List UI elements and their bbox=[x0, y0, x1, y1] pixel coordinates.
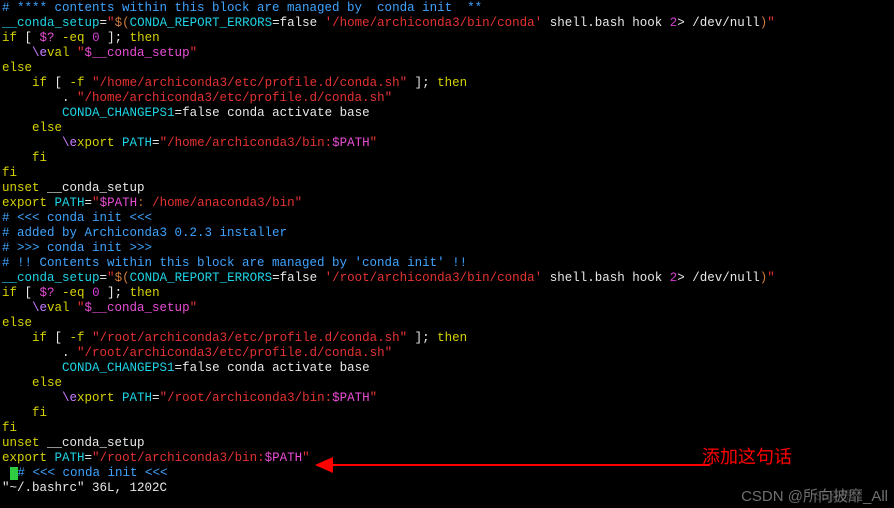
code-line: # <<< conda init <<< bbox=[2, 211, 894, 226]
code-line: \eval "$__conda_setup" bbox=[2, 301, 894, 316]
arrow-line-icon bbox=[330, 464, 710, 466]
code-line: \export PATH="/root/archiconda3/bin:$PAT… bbox=[2, 391, 894, 406]
code-line: . "/home/archiconda3/etc/profile.d/conda… bbox=[2, 91, 894, 106]
code-line: else bbox=[2, 376, 894, 391]
code-line: \export PATH="/home/archiconda3/bin:$PAT… bbox=[2, 136, 894, 151]
code-line: fi bbox=[2, 166, 894, 181]
code-line: # **** contents within this block are ma… bbox=[2, 1, 894, 16]
code-line: \eval "$__conda_setup" bbox=[2, 46, 894, 61]
cursor-icon bbox=[10, 467, 18, 480]
code-line: unset __conda_setup bbox=[2, 181, 894, 196]
code-line: __conda_setup="$(CONDA_REPORT_ERRORS=fal… bbox=[2, 16, 894, 31]
code-line: CONDA_CHANGEPS1=false conda activate bas… bbox=[2, 361, 894, 376]
code-line: fi bbox=[2, 151, 894, 166]
code-line: else bbox=[2, 121, 894, 136]
watermark: CSDN @所向披靡_All bbox=[741, 489, 888, 504]
annotation-text: 添加这句话 bbox=[702, 450, 792, 465]
arrow-annotation bbox=[300, 450, 730, 480]
terminal-editor[interactable]: # **** contents within this block are ma… bbox=[2, 1, 894, 496]
code-line: export PATH="$PATH: /home/anaconda3/bin" bbox=[2, 196, 894, 211]
code-line: if [ $? -eq 0 ]; then bbox=[2, 31, 894, 46]
arrow-head-icon bbox=[315, 457, 333, 473]
code-line: . "/root/archiconda3/etc/profile.d/conda… bbox=[2, 346, 894, 361]
code-line: else bbox=[2, 316, 894, 331]
code-line: fi bbox=[2, 421, 894, 436]
code-line: fi bbox=[2, 406, 894, 421]
code-line: CONDA_CHANGEPS1=false conda activate bas… bbox=[2, 106, 894, 121]
code-line: # !! Contents within this block are mana… bbox=[2, 256, 894, 271]
code-line: __conda_setup="$(CONDA_REPORT_ERRORS=fal… bbox=[2, 271, 894, 286]
code-line: if [ $? -eq 0 ]; then bbox=[2, 286, 894, 301]
code-line: else bbox=[2, 61, 894, 76]
code-line: # added by Archiconda3 0.2.3 installer bbox=[2, 226, 894, 241]
code-line: if [ -f "/root/archiconda3/etc/profile.d… bbox=[2, 331, 894, 346]
code-line: # >>> conda init >>> bbox=[2, 241, 894, 256]
code-line: if [ -f "/home/archiconda3/etc/profile.d… bbox=[2, 76, 894, 91]
